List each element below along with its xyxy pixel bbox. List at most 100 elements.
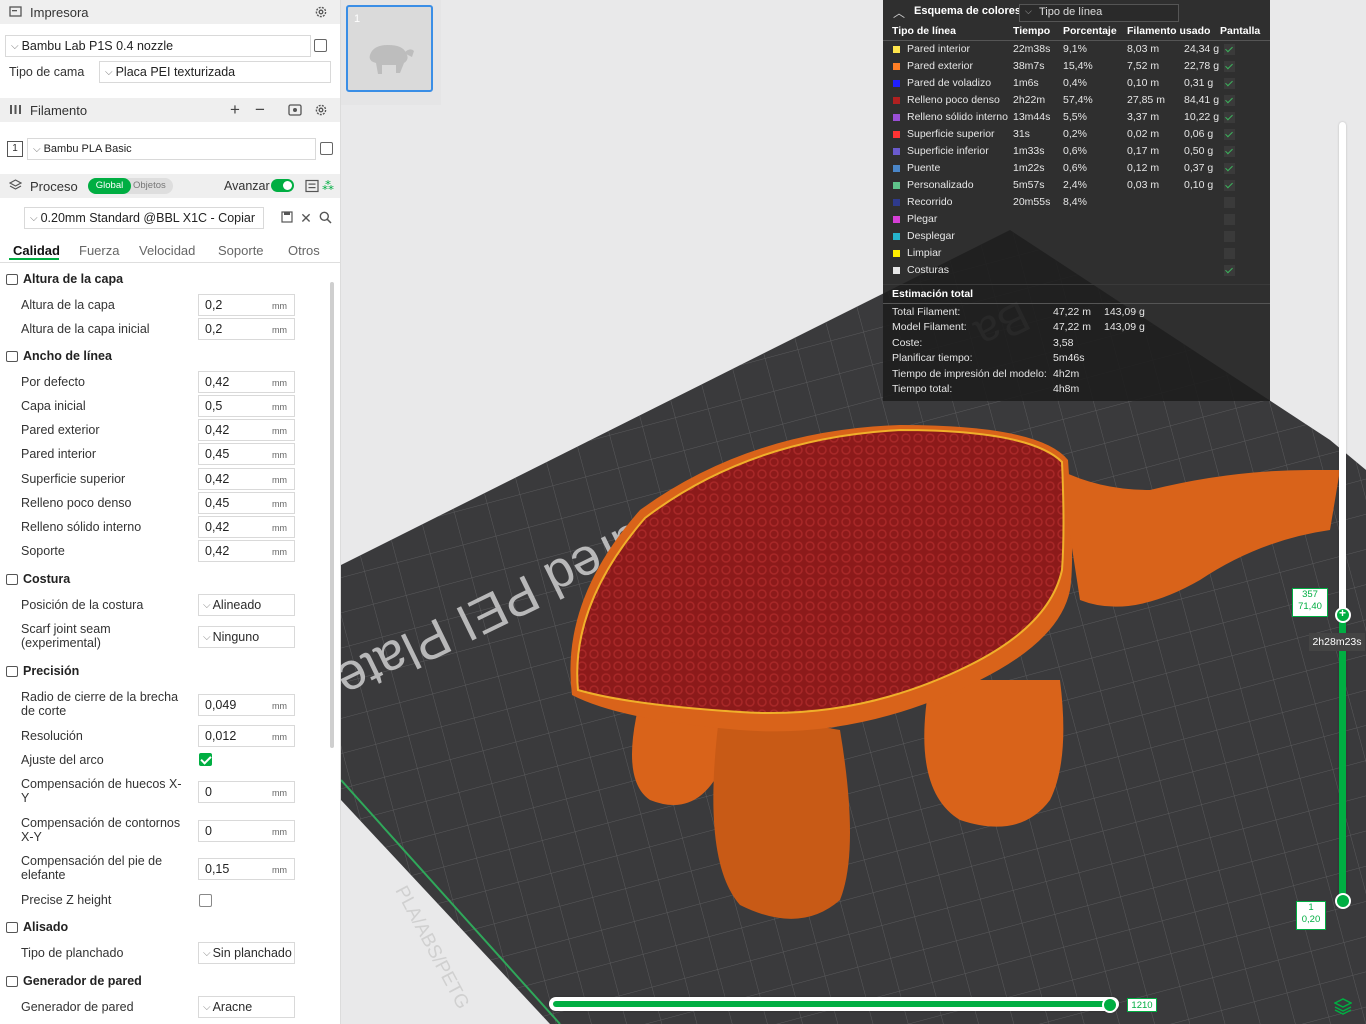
save-icon[interactable] <box>280 211 294 225</box>
percentage-value: 5,5% <box>1063 111 1087 123</box>
lw-outer-input[interactable]: 0,42 mm <box>198 419 295 441</box>
list-icon[interactable] <box>305 179 319 193</box>
unit-label: mm <box>272 499 287 509</box>
gear-icon[interactable] <box>314 103 328 117</box>
display-checkbox[interactable] <box>1224 248 1235 259</box>
view-type-select[interactable]: ⌵ Tipo de línea <box>1019 4 1179 22</box>
gear-icon[interactable] <box>314 5 328 19</box>
line-type-name: Superficie inferior <box>907 145 989 157</box>
tab-strength[interactable]: Fuerza <box>79 243 119 258</box>
display-checkbox[interactable] <box>1224 44 1235 55</box>
elephant-foot-input[interactable]: 0,15 mm <box>198 858 295 880</box>
search-icon[interactable] <box>318 211 332 225</box>
printer-icon <box>8 5 22 19</box>
process-preset-select[interactable]: ⌵ 0.20mm Standard @BBL X1C - Copiar <box>24 207 264 229</box>
resolution-input[interactable]: 0,012 mm <box>198 725 295 747</box>
process-section-title: Proceso <box>30 178 78 194</box>
move-slider-handle[interactable] <box>1102 997 1118 1013</box>
seam-position-select[interactable]: ⌵ Alineado <box>198 594 295 616</box>
group-wall-generator: Generador de pared <box>6 974 142 988</box>
arc-fitting-checkbox[interactable] <box>199 753 212 766</box>
sync-icon[interactable] <box>288 103 302 117</box>
line-type-name: Plegar <box>907 213 938 225</box>
lw-top-input[interactable]: 0,42 mm <box>198 468 295 490</box>
layers-icon[interactable] <box>1333 997 1353 1018</box>
filament-weight: 0,50 g <box>1184 145 1214 157</box>
toggle-global[interactable]: Global <box>88 178 131 194</box>
bed-type-label: Tipo de cama <box>9 65 85 79</box>
wall-generator-select[interactable]: ⌵ Aracne <box>198 996 295 1018</box>
xy-hole-input[interactable]: 0 mm <box>198 781 295 803</box>
display-checkbox[interactable] <box>1224 129 1235 140</box>
add-icon[interactable]: + <box>230 100 240 120</box>
collapse-icon[interactable]: ︿ <box>893 4 905 21</box>
initial-layer-height-input[interactable]: 0,2 mm <box>198 318 295 340</box>
lw-initial-input[interactable]: 0,5 mm <box>198 395 295 417</box>
unit-label: mm <box>272 475 287 485</box>
sidebar-scrollbar[interactable] <box>330 282 334 748</box>
display-checkbox[interactable] <box>1224 265 1235 276</box>
process-icon <box>8 179 22 193</box>
edit-icon[interactable] <box>314 39 327 52</box>
printer-section-header[interactable]: Impresora <box>0 0 340 24</box>
group-precision: Precisión <box>6 664 79 678</box>
precise-z-checkbox[interactable] <box>199 894 212 907</box>
ironing-type-select[interactable]: ⌵ Sin planchado <box>198 942 295 964</box>
printer-select[interactable]: ⌵ Bambu Lab P1S 0.4 nozzle <box>5 35 311 57</box>
xy-contour-input[interactable]: 0 mm <box>198 820 295 842</box>
lw-sparse-input[interactable]: 0,45 mm <box>198 492 295 514</box>
bed-type-select[interactable]: ⌵ Placa PEI texturizada <box>99 61 331 83</box>
chevron-down-icon: ⌵ <box>30 212 38 224</box>
tab-others[interactable]: Otros <box>288 243 320 258</box>
legend-row: Relleno sólido interno 13m44s 5,5% 3,37 m 10… <box>883 109 1270 126</box>
printer-section-title: Impresora <box>30 4 89 20</box>
select-value: Sin planchado <box>212 946 292 960</box>
advanced-switch[interactable] <box>271 179 294 192</box>
remove-icon[interactable]: − <box>255 100 265 120</box>
display-checkbox[interactable] <box>1224 180 1235 191</box>
filament-select[interactable]: ⌵ Bambu PLA Basic <box>27 138 316 160</box>
tab-quality[interactable]: Calidad <box>13 243 60 258</box>
chevron-down-icon: ⌵ <box>203 1001 211 1013</box>
layer-height-icon <box>6 273 18 285</box>
tab-speed[interactable]: Velocidad <box>139 243 195 258</box>
lw-default-input[interactable]: 0,42 mm <box>198 371 295 393</box>
lw-sparse-label: Relleno poco denso <box>21 496 132 510</box>
lw-inner-input[interactable]: 0,45 mm <box>198 443 295 465</box>
display-checkbox[interactable] <box>1224 231 1235 242</box>
close-icon[interactable]: ✕ <box>299 211 313 225</box>
compare-icon[interactable]: ⁂ <box>321 179 335 193</box>
display-checkbox[interactable] <box>1224 214 1235 225</box>
layer-height-input[interactable]: 0,2 mm <box>198 294 295 316</box>
toggle-objects[interactable]: Objetos <box>133 178 166 194</box>
process-preset-name: 0.20mm Standard @BBL X1C - Copiar <box>40 211 255 225</box>
settings-sidebar: Impresora ⌵ Bambu Lab P1S 0.4 nozzle Tip… <box>0 0 341 1024</box>
display-checkbox[interactable] <box>1224 112 1235 123</box>
display-checkbox[interactable] <box>1224 146 1235 157</box>
input-value: 0,2 <box>205 298 223 312</box>
layer-slider-bottom-handle[interactable] <box>1335 893 1351 909</box>
group-title: Alisado <box>23 920 69 934</box>
display-checkbox[interactable] <box>1224 95 1235 106</box>
legend-row: Pared de voladizo 1m6s 0,4% 0,10 m 0,31 g <box>883 75 1270 92</box>
display-checkbox[interactable] <box>1224 163 1235 174</box>
lw-support-input[interactable]: 0,42 mm <box>198 540 295 562</box>
xy-contour-label: Compensación de contornos X-Y <box>21 816 181 844</box>
display-checkbox[interactable] <box>1224 197 1235 208</box>
layer-slider-top-handle[interactable]: + <box>1335 606 1351 623</box>
plate-thumbnail[interactable]: 1 <box>346 5 433 92</box>
tab-support[interactable]: Soporte <box>218 243 264 258</box>
input-value: 0,42 <box>205 472 230 486</box>
lw-solid-input[interactable]: 0,42 mm <box>198 516 295 538</box>
display-checkbox[interactable] <box>1224 78 1235 89</box>
display-checkbox[interactable] <box>1224 61 1235 72</box>
filament-length: 7,52 m <box>1127 60 1160 72</box>
edit-icon[interactable] <box>320 142 333 155</box>
slice-gap-input[interactable]: 0,049 mm <box>198 694 295 716</box>
percentage-value: 8,4% <box>1063 196 1087 208</box>
estimate-value-secondary: 143,09 g <box>1104 306 1145 318</box>
scarf-seam-select[interactable]: ⌵ Ninguno <box>198 626 295 648</box>
percentage-value: 0,6% <box>1063 162 1087 174</box>
global-objects-toggle[interactable]: Global Objetos <box>88 178 173 194</box>
unit-label: mm <box>272 450 287 460</box>
